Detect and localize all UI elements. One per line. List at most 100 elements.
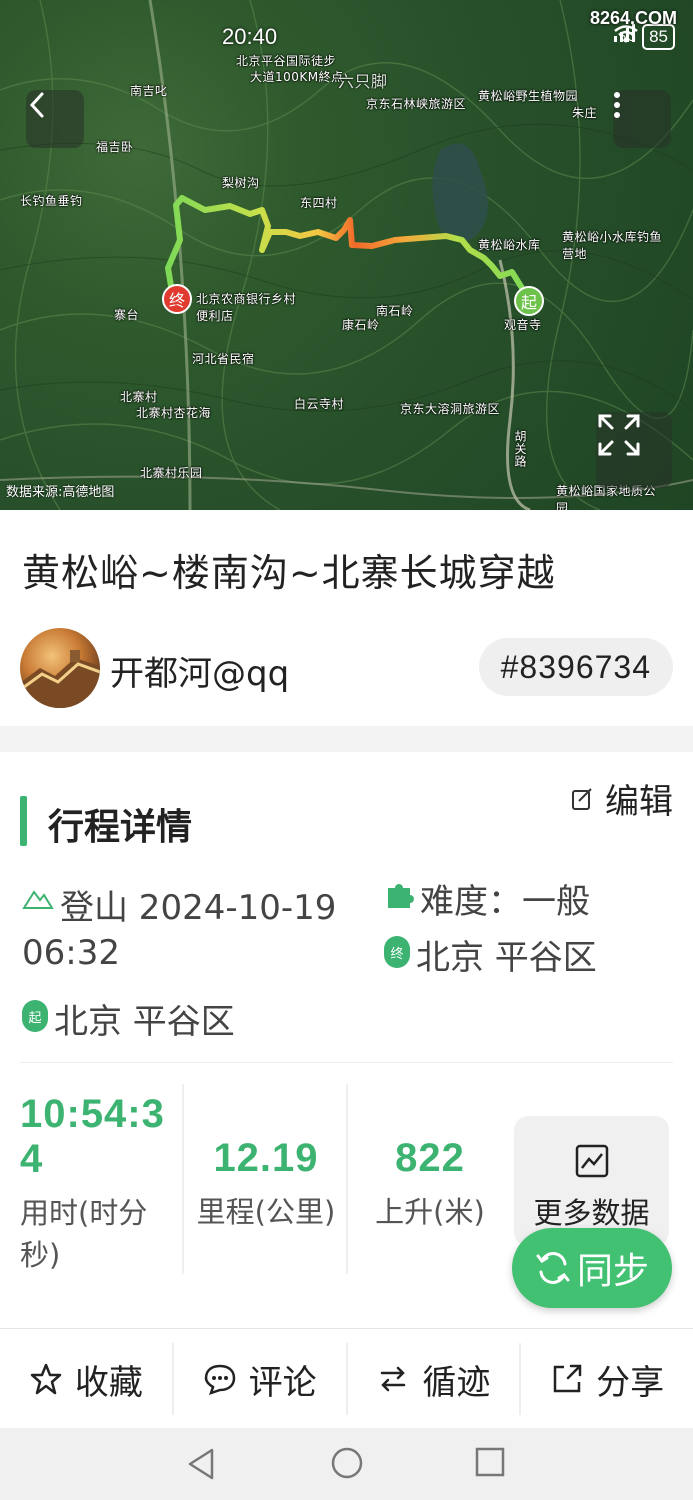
chart-icon xyxy=(575,1144,608,1178)
route-map[interactable]: 北京平谷国际徒步 大道100KM終点 六只脚 南吉叱 京东石林峡旅游区 黄松峪野… xyxy=(0,0,693,510)
stat-divider xyxy=(346,1084,348,1274)
comment-label: 评论 xyxy=(248,1362,317,1403)
map-label: 北京平谷国际徒步 xyxy=(236,54,337,68)
bottom-action-bar: 收藏 评论 循迹 分享 xyxy=(0,1328,693,1428)
edit-label: 编辑 xyxy=(605,782,673,822)
map-label: 六只脚 xyxy=(338,72,388,91)
fullscreen-button[interactable] xyxy=(596,412,672,488)
section-title: 行程详情 xyxy=(48,807,193,848)
ascent-value: 822 xyxy=(395,1136,465,1180)
activity-info: 登山 2024-10-19 06:32 xyxy=(22,880,372,973)
map-label: 观音寺 xyxy=(504,318,542,332)
map-label: 福吉卧 xyxy=(96,140,134,154)
activity-date: 登山 2024-10-19 xyxy=(60,888,337,928)
nav-recents-button[interactable] xyxy=(474,1446,506,1482)
more-options-button[interactable] xyxy=(613,90,671,148)
star-icon xyxy=(30,1363,62,1395)
start-location-label: 北京 平谷区 xyxy=(54,1002,235,1042)
chevron-left-icon xyxy=(29,92,44,118)
puzzle-icon xyxy=(388,884,414,908)
status-time: 20:40 xyxy=(222,24,278,49)
share-label: 分享 xyxy=(596,1362,665,1403)
difficulty-info: 难度：一般 xyxy=(384,874,590,923)
favorite-button[interactable]: 收藏 xyxy=(0,1343,174,1415)
map-label: 梨树沟 xyxy=(222,176,260,190)
map-label: 黄松峪小水库钓鱼营地 xyxy=(562,230,663,261)
back-button[interactable] xyxy=(26,90,84,148)
map-label: 河北省民宿 xyxy=(192,352,255,366)
end-location-badge: 终 xyxy=(390,946,404,962)
end-location-info: 终 北京 平谷区 xyxy=(384,930,597,979)
difficulty-label: 难度：一般 xyxy=(420,882,590,922)
great-wall-photo xyxy=(20,650,100,708)
distance-value: 12.19 xyxy=(213,1136,319,1180)
watermark: 8264.COM xyxy=(589,8,677,28)
start-marker-label: 起 xyxy=(520,293,537,312)
comment-button[interactable]: 评论 xyxy=(174,1343,348,1415)
map-label: 北寨村乐园 xyxy=(140,466,203,480)
divider xyxy=(20,1062,673,1063)
map-label: 朱庄 xyxy=(572,106,598,120)
map-source: 数据来源:高德地图 xyxy=(6,485,115,500)
distance-label: 里程(公里) xyxy=(196,1195,336,1229)
duration-value-line1: 10:54:3 xyxy=(20,1092,165,1136)
triangle-back-icon xyxy=(188,1448,214,1480)
expand-icon xyxy=(598,414,640,456)
start-location-pin-icon: 起 xyxy=(22,1000,48,1032)
map-label: 大道100KM終点 xyxy=(250,70,344,84)
trip-details: 行程详情 编辑 登山 2024-10-19 06:32 难度：一般 终 北京 平… xyxy=(0,752,693,1332)
map-label: 康石岭 xyxy=(342,318,380,332)
system-nav-bar xyxy=(0,1428,693,1500)
route-header: 黄松峪~楼南沟~北寨长城穿越 开都河@qq #8396734 xyxy=(0,510,693,726)
sync-button[interactable]: 同步 xyxy=(512,1228,672,1308)
map-label: 北寨村杏花海 xyxy=(136,406,212,420)
signal-icon: 5G xyxy=(614,24,636,44)
map-label: 北寨村 xyxy=(120,390,158,404)
start-location-info: 起 北京 平谷区 xyxy=(22,994,235,1043)
more-data-label: 更多数据 xyxy=(533,1196,650,1230)
end-marker-label: 终 xyxy=(168,291,185,310)
nav-home-button[interactable] xyxy=(330,1446,364,1484)
follow-track-label: 循迹 xyxy=(422,1362,491,1403)
distance-stat: 12.19 里程(公里) xyxy=(188,1136,344,1231)
map-label: 长钓鱼垂钓 xyxy=(20,194,83,208)
map-label: 南吉叱 xyxy=(130,84,168,98)
share-icon xyxy=(553,1364,582,1393)
map-label: 黄松峪水库 xyxy=(478,238,541,252)
avatar[interactable] xyxy=(20,628,100,708)
map-label: 黄松峪野生植物园 xyxy=(478,89,579,103)
ascent-stat: 822 上升(米) xyxy=(352,1136,508,1231)
duration-label-line1: 用时(时分 xyxy=(20,1196,148,1230)
follow-track-button[interactable]: 循迹 xyxy=(348,1343,522,1415)
edit-button[interactable]: 编辑 xyxy=(571,774,673,823)
comment-icon xyxy=(204,1364,235,1395)
start-location-badge: 起 xyxy=(28,1010,42,1026)
activity-time: 06:32 xyxy=(22,933,120,973)
map-label: 南石岭 xyxy=(376,304,414,318)
nav-back-button[interactable] xyxy=(186,1446,218,1486)
start-marker[interactable]: 起 xyxy=(514,286,544,316)
end-location-label: 北京 平谷区 xyxy=(416,938,597,978)
ascent-label: 上升(米) xyxy=(375,1195,485,1229)
share-button[interactable]: 分享 xyxy=(521,1343,693,1415)
square-recents-icon xyxy=(475,1447,505,1477)
map-label: 胡关路 xyxy=(513,430,527,468)
end-marker[interactable]: 终 xyxy=(162,284,192,314)
favorite-label: 收藏 xyxy=(74,1362,143,1403)
map-label: 北京农商银行乡村便利店 xyxy=(196,292,297,323)
sync-icon xyxy=(536,1252,570,1284)
more-vertical-icon xyxy=(614,92,620,118)
map-label: 寨台 xyxy=(114,308,140,322)
circle-home-icon xyxy=(331,1447,363,1479)
route-icon xyxy=(381,1366,406,1392)
duration-value-line2: 4 xyxy=(20,1137,44,1181)
duration-stat: 10:54:3 4 用时(时分 秒) xyxy=(20,1092,180,1274)
duration-label-line2: 秒) xyxy=(20,1238,61,1272)
map-label: 京东石林峡旅游区 xyxy=(366,97,467,111)
author-name[interactable]: 开都河@qq xyxy=(110,646,289,695)
map-label: 白云寺村 xyxy=(294,397,345,411)
map-label: 东四村 xyxy=(300,196,338,210)
more-data-button[interactable]: 更多数据 xyxy=(514,1116,669,1246)
map-label: 京东大溶洞旅游区 xyxy=(400,402,501,416)
sync-label: 同步 xyxy=(576,1251,649,1292)
